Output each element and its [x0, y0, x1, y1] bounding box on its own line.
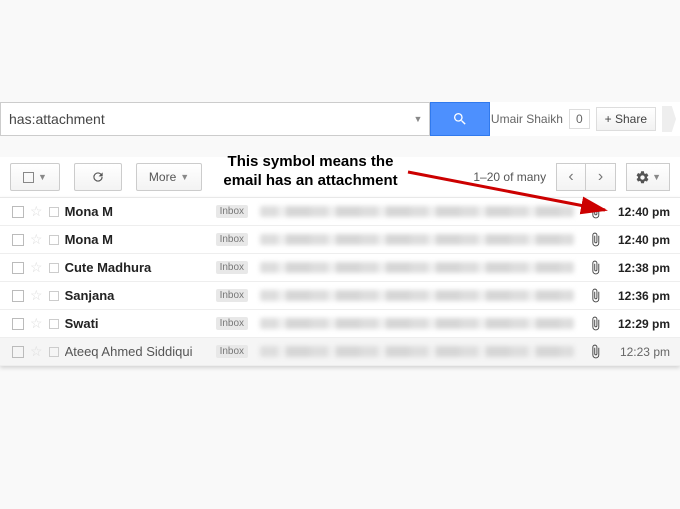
inbox-label[interactable]: Inbox: [216, 261, 248, 274]
inbox-label[interactable]: Inbox: [216, 345, 248, 358]
select-all-button[interactable]: ▼: [10, 163, 60, 191]
settings-button[interactable]: ▼: [626, 163, 670, 191]
attachment-icon: [586, 204, 604, 219]
inbox-label[interactable]: Inbox: [216, 317, 248, 330]
email-time: 12:23 pm: [610, 345, 670, 359]
importance-marker[interactable]: [49, 319, 59, 329]
message-list: ☆ Mona M Inbox 12:40 pm ☆ Mona M Inbox 12:40 pm…: [0, 197, 680, 366]
top-bar: ▼ Umair Shaikh 0 + Share: [0, 102, 680, 136]
star-icon[interactable]: ☆: [30, 203, 43, 220]
sender-name: Ateeq Ahmed Siddiqui: [65, 344, 210, 359]
row-checkbox[interactable]: [12, 346, 24, 358]
refresh-button[interactable]: [74, 163, 122, 191]
notification-count[interactable]: 0: [569, 109, 590, 129]
row-checkbox[interactable]: [12, 318, 24, 330]
subject-preview: [260, 346, 574, 357]
search-icon: [452, 111, 468, 127]
next-page-button[interactable]: ›: [586, 163, 616, 191]
inbox-label[interactable]: Inbox: [216, 233, 248, 246]
sender-name: Mona M: [65, 204, 210, 219]
attachment-icon: [586, 344, 604, 359]
search-box: ▼: [0, 102, 430, 136]
inbox-label[interactable]: Inbox: [216, 205, 248, 218]
more-label: More: [149, 170, 176, 184]
attachment-icon: [586, 288, 604, 303]
page-info: 1–20 of many: [473, 170, 546, 184]
search-options-dropdown[interactable]: ▼: [407, 103, 429, 135]
refresh-icon: [91, 170, 105, 184]
email-time: 12:38 pm: [610, 261, 670, 275]
search-button[interactable]: [430, 102, 490, 136]
row-checkbox[interactable]: [12, 262, 24, 274]
table-row[interactable]: ☆ Ateeq Ahmed Siddiqui Inbox 12:23 pm: [0, 338, 680, 366]
email-time: 12:40 pm: [610, 205, 670, 219]
sender-name: Mona M: [65, 232, 210, 247]
table-row[interactable]: ☆ Swati Inbox 12:29 pm: [0, 310, 680, 338]
row-checkbox[interactable]: [12, 290, 24, 302]
attachment-icon: [586, 260, 604, 275]
chevron-left-icon: ‹: [568, 168, 573, 186]
subject-preview: [260, 318, 574, 329]
email-time: 12:36 pm: [610, 289, 670, 303]
chevron-right-icon: ›: [598, 168, 603, 186]
importance-marker[interactable]: [49, 347, 59, 357]
more-button[interactable]: More ▼: [136, 163, 202, 191]
user-name[interactable]: Umair Shaikh: [491, 112, 563, 126]
importance-marker[interactable]: [49, 291, 59, 301]
search-input[interactable]: [1, 103, 407, 135]
sender-name: Cute Madhura: [65, 260, 210, 275]
attachment-icon: [586, 316, 604, 331]
star-icon[interactable]: ☆: [30, 287, 43, 304]
star-icon[interactable]: ☆: [30, 231, 43, 248]
gear-icon: [635, 170, 650, 185]
subject-preview: [260, 206, 574, 217]
sender-name: Sanjana: [65, 288, 210, 303]
table-row[interactable]: ☆ Mona M Inbox 12:40 pm: [0, 226, 680, 254]
importance-marker[interactable]: [49, 207, 59, 217]
importance-marker[interactable]: [49, 263, 59, 273]
row-checkbox[interactable]: [12, 234, 24, 246]
share-button[interactable]: + Share: [596, 107, 656, 131]
overflow-chevron[interactable]: [662, 106, 676, 132]
prev-page-button[interactable]: ‹: [556, 163, 586, 191]
table-row[interactable]: ☆ Sanjana Inbox 12:36 pm: [0, 282, 680, 310]
sender-name: Swati: [65, 316, 210, 331]
row-checkbox[interactable]: [12, 206, 24, 218]
subject-preview: [260, 262, 574, 273]
email-time: 12:40 pm: [610, 233, 670, 247]
annotation-text: This symbol means the email has an attac…: [208, 153, 413, 191]
table-row[interactable]: ☆ Mona M Inbox 12:40 pm: [0, 198, 680, 226]
subject-preview: [260, 290, 574, 301]
star-icon[interactable]: ☆: [30, 343, 43, 360]
star-icon[interactable]: ☆: [30, 259, 43, 276]
star-icon[interactable]: ☆: [30, 315, 43, 332]
subject-preview: [260, 234, 574, 245]
table-row[interactable]: ☆ Cute Madhura Inbox 12:38 pm: [0, 254, 680, 282]
inbox-label[interactable]: Inbox: [216, 289, 248, 302]
email-time: 12:29 pm: [610, 317, 670, 331]
importance-marker[interactable]: [49, 235, 59, 245]
attachment-icon: [586, 232, 604, 247]
